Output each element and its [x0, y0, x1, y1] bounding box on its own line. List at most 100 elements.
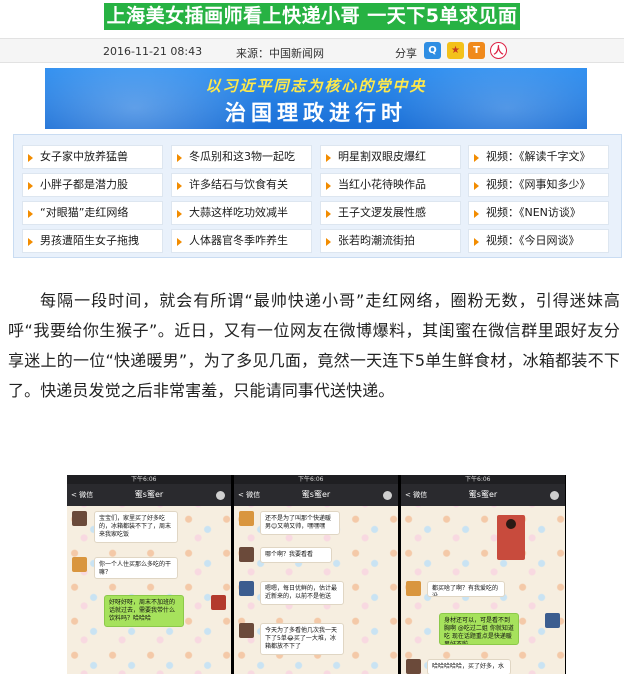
related-link[interactable]: “对眼猫”走红网络: [22, 201, 163, 225]
related-link[interactable]: 王子文逻发展性感: [320, 201, 461, 225]
article-paragraph: 每隔一段时间，就会有所谓“最帅快递小哥”走红网络，圈粉无数，引得迷妹高呼“我要给…: [8, 291, 620, 400]
related-link-text: 男孩遭陌生女子拖拽: [40, 234, 139, 247]
bullet-arrow-icon: [326, 182, 331, 190]
bullet-arrow-icon: [326, 154, 331, 162]
avatar: [406, 581, 421, 596]
wechat-screenshots-image: 下午6:06 蜜s蜜er < 微信 宝宝们，家里买了好多吃的，冰箱都装不下了，周末来我…: [67, 475, 566, 674]
group-members-icon: [216, 491, 225, 500]
related-link-text: 视频：《NEN访谈》: [486, 206, 581, 219]
related-link[interactable]: 女子家中放养猛兽: [22, 145, 163, 169]
related-link[interactable]: 当红小花待映作品: [320, 173, 461, 197]
chat-message-bubble: 还不是为了叫那个快递暖男😊又萌又帅，嘿嘿嘿: [260, 511, 340, 535]
back-button: < 微信: [405, 491, 428, 499]
avatar: [406, 659, 421, 674]
related-link-text: 小胖子都是潜力股: [40, 178, 128, 191]
related-link[interactable]: 人体器官冬季咋养生: [171, 229, 312, 253]
related-link-text: 大蒜这样吃功效减半: [189, 206, 288, 219]
chat-message-bubble: 今天为了多看他几次我一天下了5单😂买了一大堆，冰箱都放不下了: [260, 623, 344, 655]
bullet-arrow-icon: [28, 182, 33, 190]
bullet-arrow-icon: [177, 154, 182, 162]
wechat-chat-screen: 下午6:06 蜜s蜜er < 微信还不是为了叫那个快递暖男😊又萌又帅，嘿嘿嘿哪个啊？…: [234, 475, 398, 674]
related-links-grid: 女子家中放养猛兽 冬瓜别和这3物一起吃 明星割双眼皮爆红 视频：《解读千字文》小胖子都…: [13, 134, 622, 258]
avatar: [545, 613, 560, 628]
status-time: 下午6:06: [298, 476, 324, 483]
back-button: < 微信: [71, 491, 94, 499]
related-link-text: “对眼猫”走红网络: [40, 206, 129, 219]
avatar: [239, 581, 254, 596]
chat-message-bubble: 哈哈哈哈哈，买了好多，水: [427, 659, 511, 674]
avatar: [72, 557, 87, 572]
tencent-weibo-share-icon[interactable]: T: [468, 42, 485, 59]
bullet-arrow-icon: [474, 182, 479, 190]
chat-nav-bar: 蜜s蜜er < 微信: [234, 484, 398, 506]
phone-status-bar: 下午6:06: [401, 475, 565, 484]
related-link[interactable]: 大蒜这样吃功效减半: [171, 201, 312, 225]
related-link[interactable]: 视频：《今日网谈》: [468, 229, 609, 253]
bullet-arrow-icon: [326, 238, 331, 246]
related-link[interactable]: 视频：《解读千字文》: [468, 145, 609, 169]
wechat-chat-screen: 下午6:06 蜜s蜜er < 微信都买啥了啊？有我爱吃的没身材还可以，可是看不到胸啊…: [401, 475, 565, 674]
renren-share-icon[interactable]: 人: [490, 42, 507, 59]
chat-message-bubble: 身材还可以，可是看不到胸啊 @吃过二姐 你就知道吃 现在话题重点是快递暖男好不啦: [439, 613, 519, 645]
chat-message-bubble: 嗯嗯，每日优鲜的，估计最近新来的，以前不是他送: [260, 581, 344, 605]
avatar: [72, 511, 87, 526]
banner-slogan: 以习近平同志为核心的党中央: [205, 77, 427, 95]
related-link[interactable]: 视频：《NEN访谈》: [468, 201, 609, 225]
group-members-icon: [550, 491, 559, 500]
promo-banner[interactable]: 以习近平同志为核心的党中央 治国理政进行时: [45, 68, 587, 129]
chat-message-bubble: 好呀好呀，周末不加班的话就过去，需要我带什么饮料吗？哈哈哈: [104, 595, 184, 627]
chat-message-bubble: 宝宝们，家里买了好多吃的，冰箱都装不下了，周末来我家吃饭: [94, 511, 178, 543]
bullet-arrow-icon: [177, 210, 182, 218]
article-headline: 上海美女插画师看上快递小哥 一天下5单求见面: [103, 3, 521, 30]
chat-nav-bar: 蜜s蜜er < 微信: [67, 484, 231, 506]
bullet-arrow-icon: [28, 154, 33, 162]
bullet-arrow-icon: [326, 210, 331, 218]
bullet-arrow-icon: [177, 238, 182, 246]
related-link-text: 视频：《今日网谈》: [486, 234, 580, 247]
phone-status-bar: 下午6:06: [234, 475, 398, 484]
phone-status-bar: 下午6:06: [67, 475, 231, 484]
wechat-chat-screen: 下午6:06 蜜s蜜er < 微信宝宝们，家里买了好多吃的，冰箱都装不下了，周末来我…: [67, 475, 231, 674]
status-time: 下午6:06: [465, 476, 491, 483]
related-link-text: 视频：《网事知多少》: [486, 178, 591, 191]
related-link[interactable]: 冬瓜别和这3物一起吃: [171, 145, 312, 169]
headline-area: 上海美女插画师看上快递小哥 一天下5单求见面: [0, 0, 624, 36]
chat-message-bubble: 你一个人住买那么多吃的干嘛？: [94, 557, 178, 579]
banner-title: 治国理政进行时: [225, 101, 407, 125]
chat-message-bubble: 哪个啊？我要看看: [260, 547, 332, 563]
avatar: [239, 511, 254, 526]
related-link-text: 张若昀潮流街拍: [338, 234, 415, 247]
bullet-arrow-icon: [28, 210, 33, 218]
related-link-text: 视频：《解读千字文》: [486, 150, 591, 163]
related-link-text: 明星割双眼皮爆红: [338, 150, 426, 163]
related-link-text: 人体器官冬季咋养生: [189, 234, 288, 247]
avatar: [211, 595, 226, 610]
chat-message-bubble: 都买啥了啊？有我爱吃的没: [427, 581, 505, 597]
article-meta-bar: 2016-11-21 08:43 来源：中国新闻网 分享 Q ★ T 人: [0, 38, 624, 63]
status-time: 下午6:06: [131, 476, 157, 483]
bullet-arrow-icon: [474, 238, 479, 246]
bullet-arrow-icon: [28, 238, 33, 246]
related-link-text: 当红小花待映作品: [338, 178, 426, 191]
related-link[interactable]: 张若昀潮流街拍: [320, 229, 461, 253]
bullet-arrow-icon: [474, 154, 479, 162]
shared-photo-image: [497, 515, 525, 560]
related-link[interactable]: 视频：《网事知多少》: [468, 173, 609, 197]
article-source: 来源：中国新闻网: [236, 47, 324, 60]
qzone-share-icon[interactable]: ★: [447, 42, 464, 59]
related-link[interactable]: 明星割双眼皮爆红: [320, 145, 461, 169]
related-link-text: 许多结石与饮食有关: [189, 178, 288, 191]
group-members-icon: [383, 491, 392, 500]
chat-nav-bar: 蜜s蜜er < 微信: [401, 484, 565, 506]
related-link-text: 王子文逻发展性感: [338, 206, 426, 219]
back-button: < 微信: [238, 491, 261, 499]
related-link[interactable]: 小胖子都是潜力股: [22, 173, 163, 197]
qq-share-icon[interactable]: Q: [424, 42, 441, 59]
related-link[interactable]: 许多结石与饮食有关: [171, 173, 312, 197]
share-label: 分享: [395, 47, 417, 60]
related-link-text: 冬瓜别和这3物一起吃: [189, 150, 295, 163]
related-link[interactable]: 男孩遭陌生女子拖拽: [22, 229, 163, 253]
related-link-text: 女子家中放养猛兽: [40, 150, 128, 163]
avatar: [239, 623, 254, 638]
bullet-arrow-icon: [177, 182, 182, 190]
